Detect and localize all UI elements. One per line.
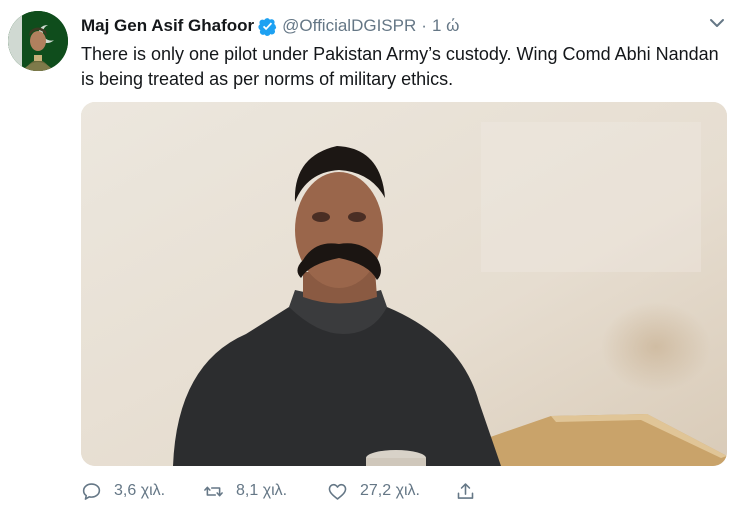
avatar-image: [8, 11, 68, 71]
timestamp[interactable]: 1 ώ: [432, 16, 459, 36]
heart-icon: [328, 483, 347, 500]
tweet-card[interactable]: Maj Gen Asif Ghafoor @OfficialDGISPR · 1…: [0, 0, 735, 511]
tweet-media-image[interactable]: [81, 102, 727, 466]
author-name[interactable]: Maj Gen Asif Ghafoor: [81, 16, 254, 36]
like-button[interactable]: 27,2 χιλ.: [327, 481, 455, 502]
tweet-header: Maj Gen Asif Ghafoor @OfficialDGISPR · 1…: [81, 14, 459, 38]
retweet-icon: [204, 486, 223, 496]
share-icon: [457, 482, 474, 499]
retweet-count: 8,1 χιλ.: [236, 482, 288, 499]
tweet-text: There is only one pilot under Pakistan A…: [81, 44, 719, 89]
avatar[interactable]: [8, 11, 68, 71]
reply-button[interactable]: 3,6 χιλ.: [81, 481, 203, 502]
like-count: 27,2 χιλ.: [360, 482, 420, 499]
reply-icon: [82, 482, 101, 500]
chevron-down-icon[interactable]: [708, 16, 726, 30]
separator-dot: ·: [421, 16, 427, 35]
author-handle[interactable]: @OfficialDGISPR: [282, 16, 416, 36]
share-button[interactable]: [455, 481, 488, 502]
verified-badge-icon: [258, 17, 277, 36]
retweet-button[interactable]: 8,1 χιλ.: [203, 481, 327, 502]
tweet-actions: 3,6 χιλ. 8,1 χιλ. 27,2 χιλ.: [81, 478, 488, 504]
reply-count: 3,6 χιλ.: [114, 482, 166, 499]
